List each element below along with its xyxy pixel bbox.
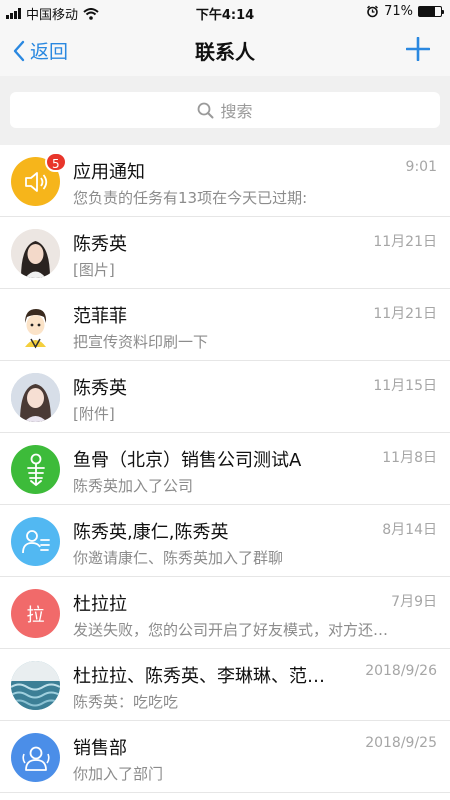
conversation-preview: 陈秀英：吃吃吃 bbox=[73, 693, 179, 711]
group-chat-icon bbox=[21, 529, 50, 553]
cartoon-avatar bbox=[11, 301, 60, 350]
avatar: 拉 bbox=[11, 589, 60, 638]
conversation-list: 5 应用通知 您负责的任务有13项在今天已过期: 9:01 陈秀英 [图片] 1… bbox=[0, 145, 450, 793]
status-bar: 中国移动 下午4:14 71% bbox=[0, 0, 450, 24]
avatar bbox=[11, 373, 60, 422]
alarm-icon bbox=[367, 5, 379, 18]
conversation-time: 2018/9/25 bbox=[365, 735, 437, 751]
conversation-time: 9:01 bbox=[405, 159, 437, 175]
nav-bar: 返回 联系人 bbox=[0, 24, 450, 76]
conversation-time: 11月21日 bbox=[373, 306, 437, 322]
avatar bbox=[11, 445, 60, 494]
conversation-item[interactable]: 杜拉拉、陈秀英、李琳琳、范… 陈秀英：吃吃吃 2018/9/26 bbox=[0, 649, 450, 721]
conversation-name: 杜拉拉、陈秀英、李琳琳、范… bbox=[73, 666, 325, 687]
conversation-name: 杜拉拉 bbox=[73, 594, 127, 615]
conversation-preview: 发送失败，您的公司开启了好友模式，对方还… bbox=[73, 621, 389, 639]
back-label: 返回 bbox=[30, 41, 69, 63]
conversation-time: 7月9日 bbox=[391, 594, 437, 610]
search-area: 搜索 bbox=[0, 76, 450, 145]
battery-fill bbox=[419, 7, 435, 16]
conversation-item[interactable]: 拉 杜拉拉 发送失败，您的公司开启了好友模式，对方还… 7月9日 bbox=[0, 577, 450, 649]
battery-percent: 71% bbox=[384, 4, 413, 19]
conversation-preview: 你加入了部门 bbox=[73, 765, 164, 783]
conversation-name: 销售部 bbox=[73, 738, 127, 759]
avatar bbox=[11, 517, 60, 566]
sea-image bbox=[11, 661, 60, 710]
conversation-time: 11月8日 bbox=[382, 450, 437, 466]
conversation-preview: 您负责的任务有13项在今天已过期: bbox=[73, 189, 308, 207]
conversation-name: 范菲菲 bbox=[73, 306, 127, 327]
conversation-preview: 你邀请康仁、陈秀英加入了群聊 bbox=[73, 549, 284, 567]
conversation-item[interactable]: 5 应用通知 您负责的任务有13项在今天已过期: 9:01 bbox=[0, 145, 450, 217]
speaker-icon bbox=[24, 171, 47, 192]
chevron-left-icon bbox=[13, 40, 25, 61]
search-placeholder: 搜索 bbox=[220, 102, 253, 121]
fishbone-icon bbox=[26, 453, 45, 486]
conversation-name: 鱼骨（北京）销售公司测试A bbox=[73, 450, 302, 471]
conversation-preview: [图片] bbox=[73, 261, 115, 279]
department-icon bbox=[21, 746, 50, 771]
person-photo bbox=[11, 373, 60, 422]
conversation-name: 陈秀英 bbox=[73, 234, 127, 255]
conversation-item[interactable]: 陈秀英,康仁,陈秀英 你邀请康仁、陈秀英加入了群聊 8月14日 bbox=[0, 505, 450, 577]
conversation-preview: [附件] bbox=[73, 405, 115, 423]
conversation-item[interactable]: 陈秀英 [附件] 11月15日 bbox=[0, 361, 450, 433]
avatar bbox=[11, 229, 60, 278]
conversation-name: 陈秀英,康仁,陈秀英 bbox=[73, 522, 229, 543]
battery-icon bbox=[418, 6, 444, 17]
back-button[interactable]: 返回 bbox=[12, 37, 68, 64]
status-right: 71% bbox=[366, 4, 444, 19]
conversation-item[interactable]: 范菲菲 把宣传资料印刷一下 11月21日 bbox=[0, 289, 450, 361]
person-photo bbox=[11, 229, 60, 278]
conversation-preview: 把宣传资料印刷一下 bbox=[73, 333, 209, 351]
conversation-time: 11月21日 bbox=[373, 234, 437, 250]
avatar bbox=[11, 301, 60, 350]
add-icon[interactable] bbox=[406, 37, 430, 61]
search-input[interactable]: 搜索 bbox=[10, 92, 440, 128]
conversation-item[interactable]: 陈秀英 [图片] 11月21日 bbox=[0, 217, 450, 289]
avatar-initial: 拉 bbox=[26, 604, 45, 626]
conversation-item[interactable]: 鱼骨（北京）销售公司测试A 陈秀英加入了公司 11月8日 bbox=[0, 433, 450, 505]
conversation-time: 2018/9/26 bbox=[365, 663, 437, 679]
avatar bbox=[11, 661, 60, 710]
conversation-name: 陈秀英 bbox=[73, 378, 127, 399]
conversation-time: 8月14日 bbox=[382, 522, 437, 538]
conversation-name: 应用通知 bbox=[73, 162, 145, 183]
conversation-preview: 陈秀英加入了公司 bbox=[73, 477, 194, 495]
conversation-time: 11月15日 bbox=[373, 378, 437, 394]
avatar bbox=[11, 733, 60, 782]
search-icon bbox=[198, 102, 214, 118]
conversation-item[interactable]: 销售部 你加入了部门 2018/9/25 bbox=[0, 721, 450, 793]
unread-badge: 5 bbox=[45, 152, 67, 172]
